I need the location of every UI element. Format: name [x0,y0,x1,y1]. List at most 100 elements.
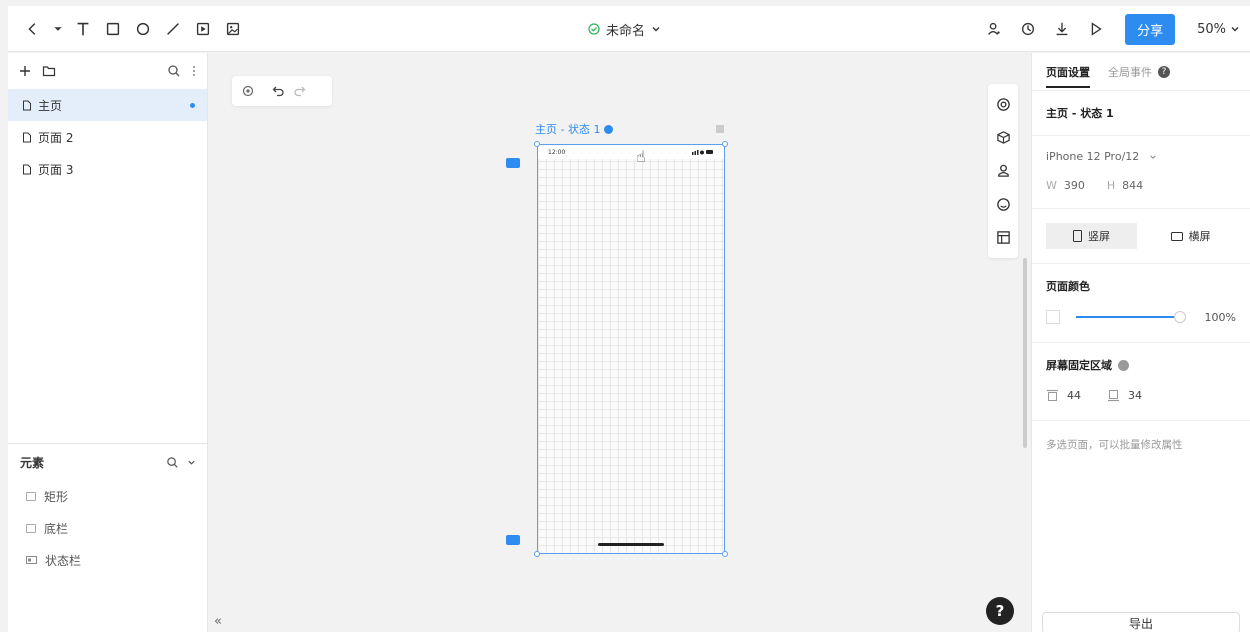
more-vertical-icon[interactable] [191,64,197,78]
line-tool-icon[interactable] [158,14,188,44]
add-page-icon[interactable] [18,64,32,78]
page-label: 页面 2 [38,130,74,145]
frame-settings-icon[interactable] [604,124,614,134]
phone-frame[interactable]: 12:00 [537,144,725,554]
layout-template-icon[interactable] [994,228,1012,246]
share-button[interactable]: 分享 [1125,13,1176,45]
page-color-title: 页面颜色 [1046,280,1090,293]
component-box-icon[interactable] [994,129,1012,147]
state-section: 主页 - 状态 1 [1032,91,1250,136]
properties-panel: 页面设置 全局事件 ? 主页 - 状态 1 iPhone 12 Pro/12 W… [1031,53,1250,632]
fixed-area-header: 屏幕固定区域 [1046,357,1236,373]
rectangle-tool-icon[interactable] [98,14,128,44]
element-item-status-bar[interactable]: 状态栏 [8,544,208,576]
pages-panel-header [8,53,207,89]
current-state-title: 主页 - 状态 1 [1046,107,1114,120]
current-page-dot [190,102,195,108]
zoom-dropdown[interactable]: 50% [1197,22,1240,37]
frame-label-text: 主页 - 状态 1 [535,123,601,136]
document-title[interactable]: 未命名 [588,6,661,52]
canvas-side-toolbar [988,84,1018,258]
fixed-bottom-marker[interactable] [506,535,520,545]
folder-icon[interactable] [42,64,56,78]
history-icon[interactable] [1013,14,1043,44]
fixed-area-title: 屏幕固定区域 [1046,359,1112,372]
page-icon [23,164,31,174]
width-value: 390 [1063,179,1085,192]
image-tool-icon[interactable] [218,14,248,44]
search-icon[interactable] [167,64,181,78]
menu-dropdown-icon[interactable] [48,14,68,44]
page-item-3[interactable]: 页面 3 [8,153,207,185]
collapse-panel-button[interactable]: « [214,614,222,629]
page-item-home[interactable]: 主页 [8,89,207,121]
elements-header: 元素 [8,444,208,480]
color-swatch[interactable] [1046,310,1060,324]
resize-handle-top-right[interactable] [722,141,728,147]
page-item-2[interactable]: 页面 2 [8,121,207,153]
element-label: 矩形 [44,489,69,504]
user-icon[interactable] [994,162,1012,180]
signal-battery-icon [692,150,713,155]
collaborators-icon[interactable] [979,14,1009,44]
resize-handle-bottom-right[interactable] [722,551,728,557]
device-select[interactable]: iPhone 12 Pro/12 [1046,150,1236,163]
orientation-section: 竖屏 横屏 [1032,209,1250,264]
element-label: 底栏 [44,521,69,536]
elements-title: 元素 [20,455,45,470]
tab-global-events[interactable]: 全局事件 [1108,64,1152,80]
landscape-button[interactable]: 横屏 [1145,223,1236,249]
ellipse-tool-icon[interactable] [128,14,158,44]
height-field[interactable]: H 844 [1107,179,1143,192]
opacity-value[interactable]: 100% [1205,311,1236,324]
tab-page-settings[interactable]: 页面设置 [1046,64,1090,88]
help-icon[interactable]: ? [1158,65,1170,78]
target-icon[interactable] [242,85,254,97]
vertical-scrollbar[interactable] [1023,258,1027,448]
top-fixed-value[interactable]: 44 [1067,389,1081,402]
info-icon[interactable] [1118,359,1129,371]
frame-label[interactable]: 主页 - 状态 1 [535,121,614,137]
canvas-mini-toolbar [232,76,332,106]
size-row: W 390 H 844 [1046,179,1236,192]
element-label: 状态栏 [45,553,82,568]
top-toolbar: 未命名 分享 50% [8,6,1250,52]
element-item-bottom-bar[interactable]: 底栏 [8,512,208,544]
page-label: 页面 3 [38,162,74,177]
page-label: 主页 [38,98,63,113]
preview-play-icon[interactable] [1081,14,1111,44]
component-tool-icon[interactable] [188,14,218,44]
bottom-fixed-value[interactable]: 34 [1128,389,1142,402]
fixed-top-marker[interactable] [506,158,520,168]
frame-options-icon[interactable] [716,125,724,133]
redo-icon[interactable] [293,85,306,97]
export-button[interactable]: 导出 [1042,612,1240,632]
top-fixed-icon [1047,389,1058,401]
toolbar-actions: 分享 50% [979,6,1240,52]
page-icon [23,100,31,110]
portrait-button[interactable]: 竖屏 [1046,223,1137,249]
search-icon[interactable] [166,456,179,469]
fixed-area-section: 屏幕固定区域 44 34 [1032,343,1250,421]
target-icon[interactable] [994,96,1012,114]
width-field[interactable]: W 390 [1046,179,1085,192]
opacity-slider[interactable] [1076,311,1186,323]
resize-handle-bottom-left[interactable] [534,551,540,557]
page-color-section: 页面颜色 100% [1032,264,1250,343]
help-button[interactable]: ? [986,597,1014,625]
back-icon[interactable] [18,14,48,44]
undo-icon[interactable] [272,85,285,97]
status-bar-icon [26,556,37,564]
download-icon[interactable] [1047,14,1077,44]
text-tool-icon[interactable] [68,14,98,44]
chevron-down-icon[interactable] [187,458,196,467]
rectangle-icon [26,491,36,501]
resize-handle-top-left[interactable] [534,141,540,147]
emoji-icon[interactable] [994,195,1012,213]
elements-section: 元素 矩形 底栏 状态栏 [8,443,208,576]
element-item-rectangle[interactable]: 矩形 [8,480,208,512]
chevron-down-icon [1231,27,1239,32]
pages-panel: 主页 页面 2 页面 3 元素 矩形 底栏 状态栏 [8,53,208,632]
height-value: 844 [1122,179,1144,192]
multi-select-hint: 多选页面，可以批量修改属性 [1046,439,1183,451]
